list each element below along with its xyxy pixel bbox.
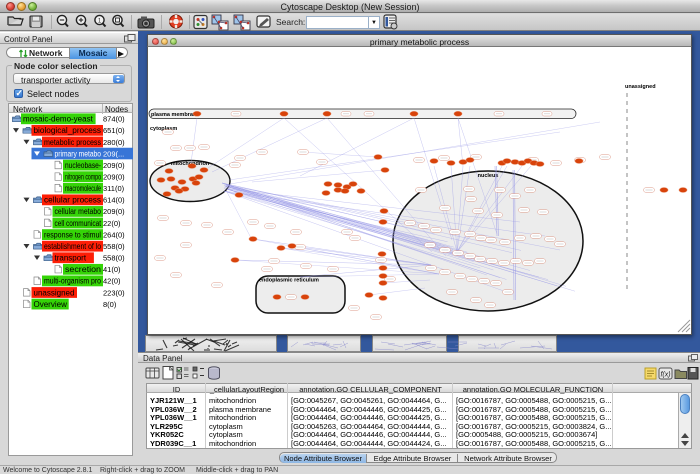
svg-text:8(0): 8(0) [103,300,117,309]
svg-text:558(0): 558(0) [103,242,125,251]
svg-text:41(0): 41(0) [103,265,121,274]
svg-text:209(0): 209(0) [103,172,125,181]
svg-text:651(0): 651(0) [103,126,125,135]
svg-text:nitrogen compo: nitrogen compo [65,172,101,181]
svg-text:unassigned: unassigned [34,288,75,297]
svg-text:nucleobase-: nucleobase- [65,161,101,170]
svg-text:209(0): 209(0) [103,161,125,170]
svg-text:Overview: Overview [34,300,68,309]
svg-text:unassigned: unassigned [625,84,656,90]
svg-text:primary metabo: primary metabo [55,149,102,158]
svg-text:264(0): 264(0) [103,230,125,239]
svg-text:response to stimul: response to stimul [44,230,101,239]
svg-text:macromolecule: macromolecule [65,184,101,193]
svg-text:311(0): 311(0) [103,184,125,193]
svg-text:mosaic-demo-yeast: mosaic-demo-yeast [23,115,94,124]
svg-text:endoplasmic reticulum: endoplasmic reticulum [259,278,319,284]
svg-text:209(0): 209(0) [103,207,125,216]
svg-text:cellular process: cellular process [44,196,101,205]
svg-text:42(0): 42(0) [103,277,121,286]
svg-text:multi-organism pro: multi-organism pro [44,277,101,286]
svg-text:biological_process: biological_process [34,126,102,135]
svg-text:cellular metabo: cellular metabo [55,207,102,216]
svg-text:223(0): 223(0) [103,288,125,297]
svg-text:22(0): 22(0) [103,219,121,228]
svg-text:metabolic process: metabolic process [44,138,101,147]
svg-text:558(0): 558(0) [103,254,125,263]
svg-text:280(0): 280(0) [103,138,125,147]
svg-text:614(0): 614(0) [103,196,125,205]
svg-text:209(...: 209(... [103,149,124,158]
svg-text:secretion: secretion [65,265,101,274]
svg-text:transport: transport [55,254,87,263]
svg-text:874(0): 874(0) [103,115,125,124]
svg-text:establishment of lo: establishment of lo [44,242,101,251]
svg-text:plasma membrane: plasma membrane [151,112,199,118]
svg-text:cell communicat: cell communicat [55,219,102,228]
